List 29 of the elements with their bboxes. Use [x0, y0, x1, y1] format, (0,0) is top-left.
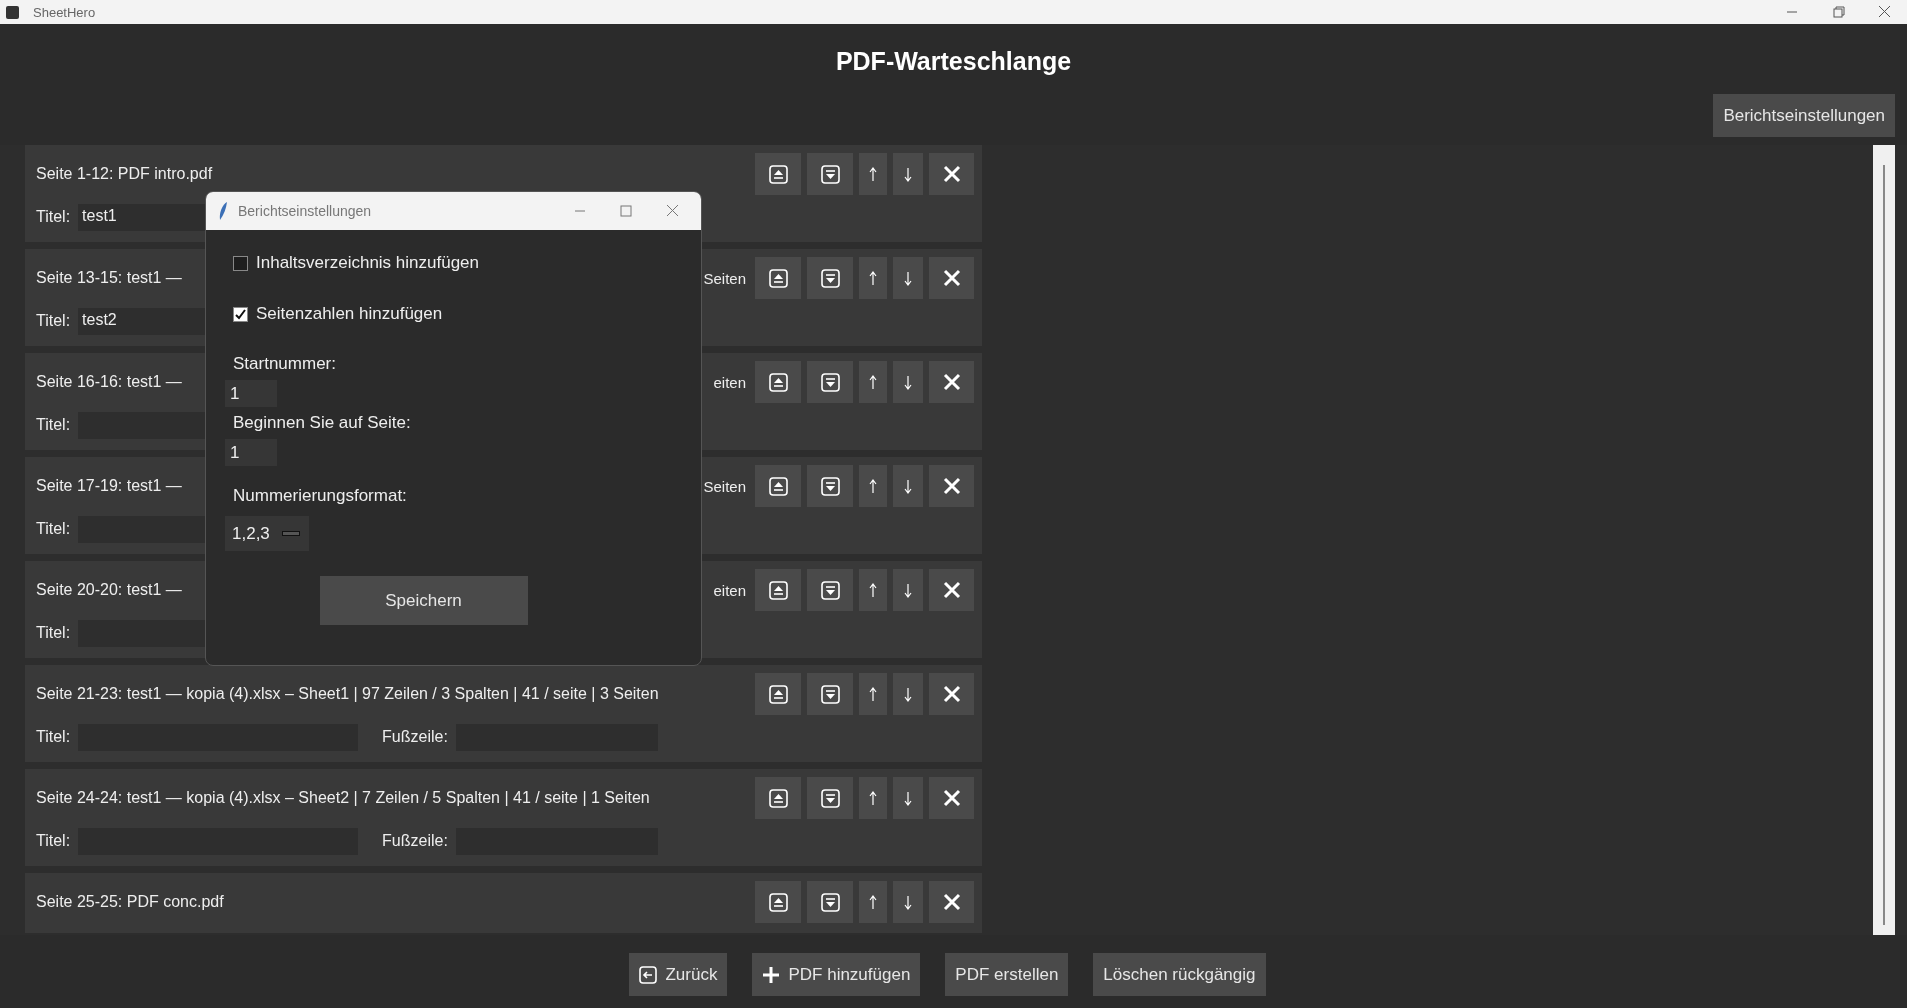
item-label-end: eiten: [713, 581, 746, 599]
item-label: Seite 24-24: test1 — kopia (4).xlsx – Sheet2 | 7 Zeilen / 5 Spalten | 41 / seite | 1 Seiten: [36, 789, 650, 807]
window-title: SheetHero: [33, 4, 97, 20]
field-label: Titel:: [36, 312, 71, 330]
item-label: Seite 21-23: test1 — kopia (4).xlsx – Sheet1 | 97 Zeilen / 3 Spalten | 41 / seite | 3 Seiten: [36, 685, 659, 703]
item-label-end: Seiten: [703, 269, 746, 287]
field-label: Titel:: [36, 208, 71, 226]
item-label: Seite 16-16: test1 —: [36, 373, 182, 391]
field-label: Beginnen Sie auf Seite:: [233, 413, 412, 433]
item-label: Seite 20-20: test1 —: [36, 581, 182, 599]
item-label: Seite 17-19: test1 —: [36, 477, 182, 495]
dialog-title: Berichtseinstellungen: [238, 203, 373, 219]
field-label: Titel:: [36, 832, 71, 850]
field-label: Titel:: [36, 416, 71, 434]
item-label-end: eiten: [713, 373, 746, 391]
item-label: Seite 1-12: PDF intro.pdf: [36, 165, 213, 183]
checkbox-label: Inhaltsverzeichnis hinzufügen: [256, 253, 480, 273]
page-heading: PDF-Warteschlange: [835, 46, 1072, 77]
item-label: Seite 13-15: test1 —: [36, 269, 182, 287]
checkbox-label: Seitenzahlen hinzufügen: [256, 304, 443, 324]
field-label: Fußzeile:: [382, 728, 448, 746]
field-label: Titel:: [36, 624, 71, 642]
field-label: Titel:: [36, 520, 71, 538]
item-label-end: Seiten: [703, 477, 746, 495]
field-label: Startnummer:: [233, 354, 337, 374]
item-label: Seite 25-25: PDF conc.pdf: [36, 893, 224, 911]
field-label: Fußzeile:: [382, 832, 448, 850]
field-label: Titel:: [36, 728, 71, 746]
field-label: Nummerierungsformat:: [233, 486, 408, 506]
